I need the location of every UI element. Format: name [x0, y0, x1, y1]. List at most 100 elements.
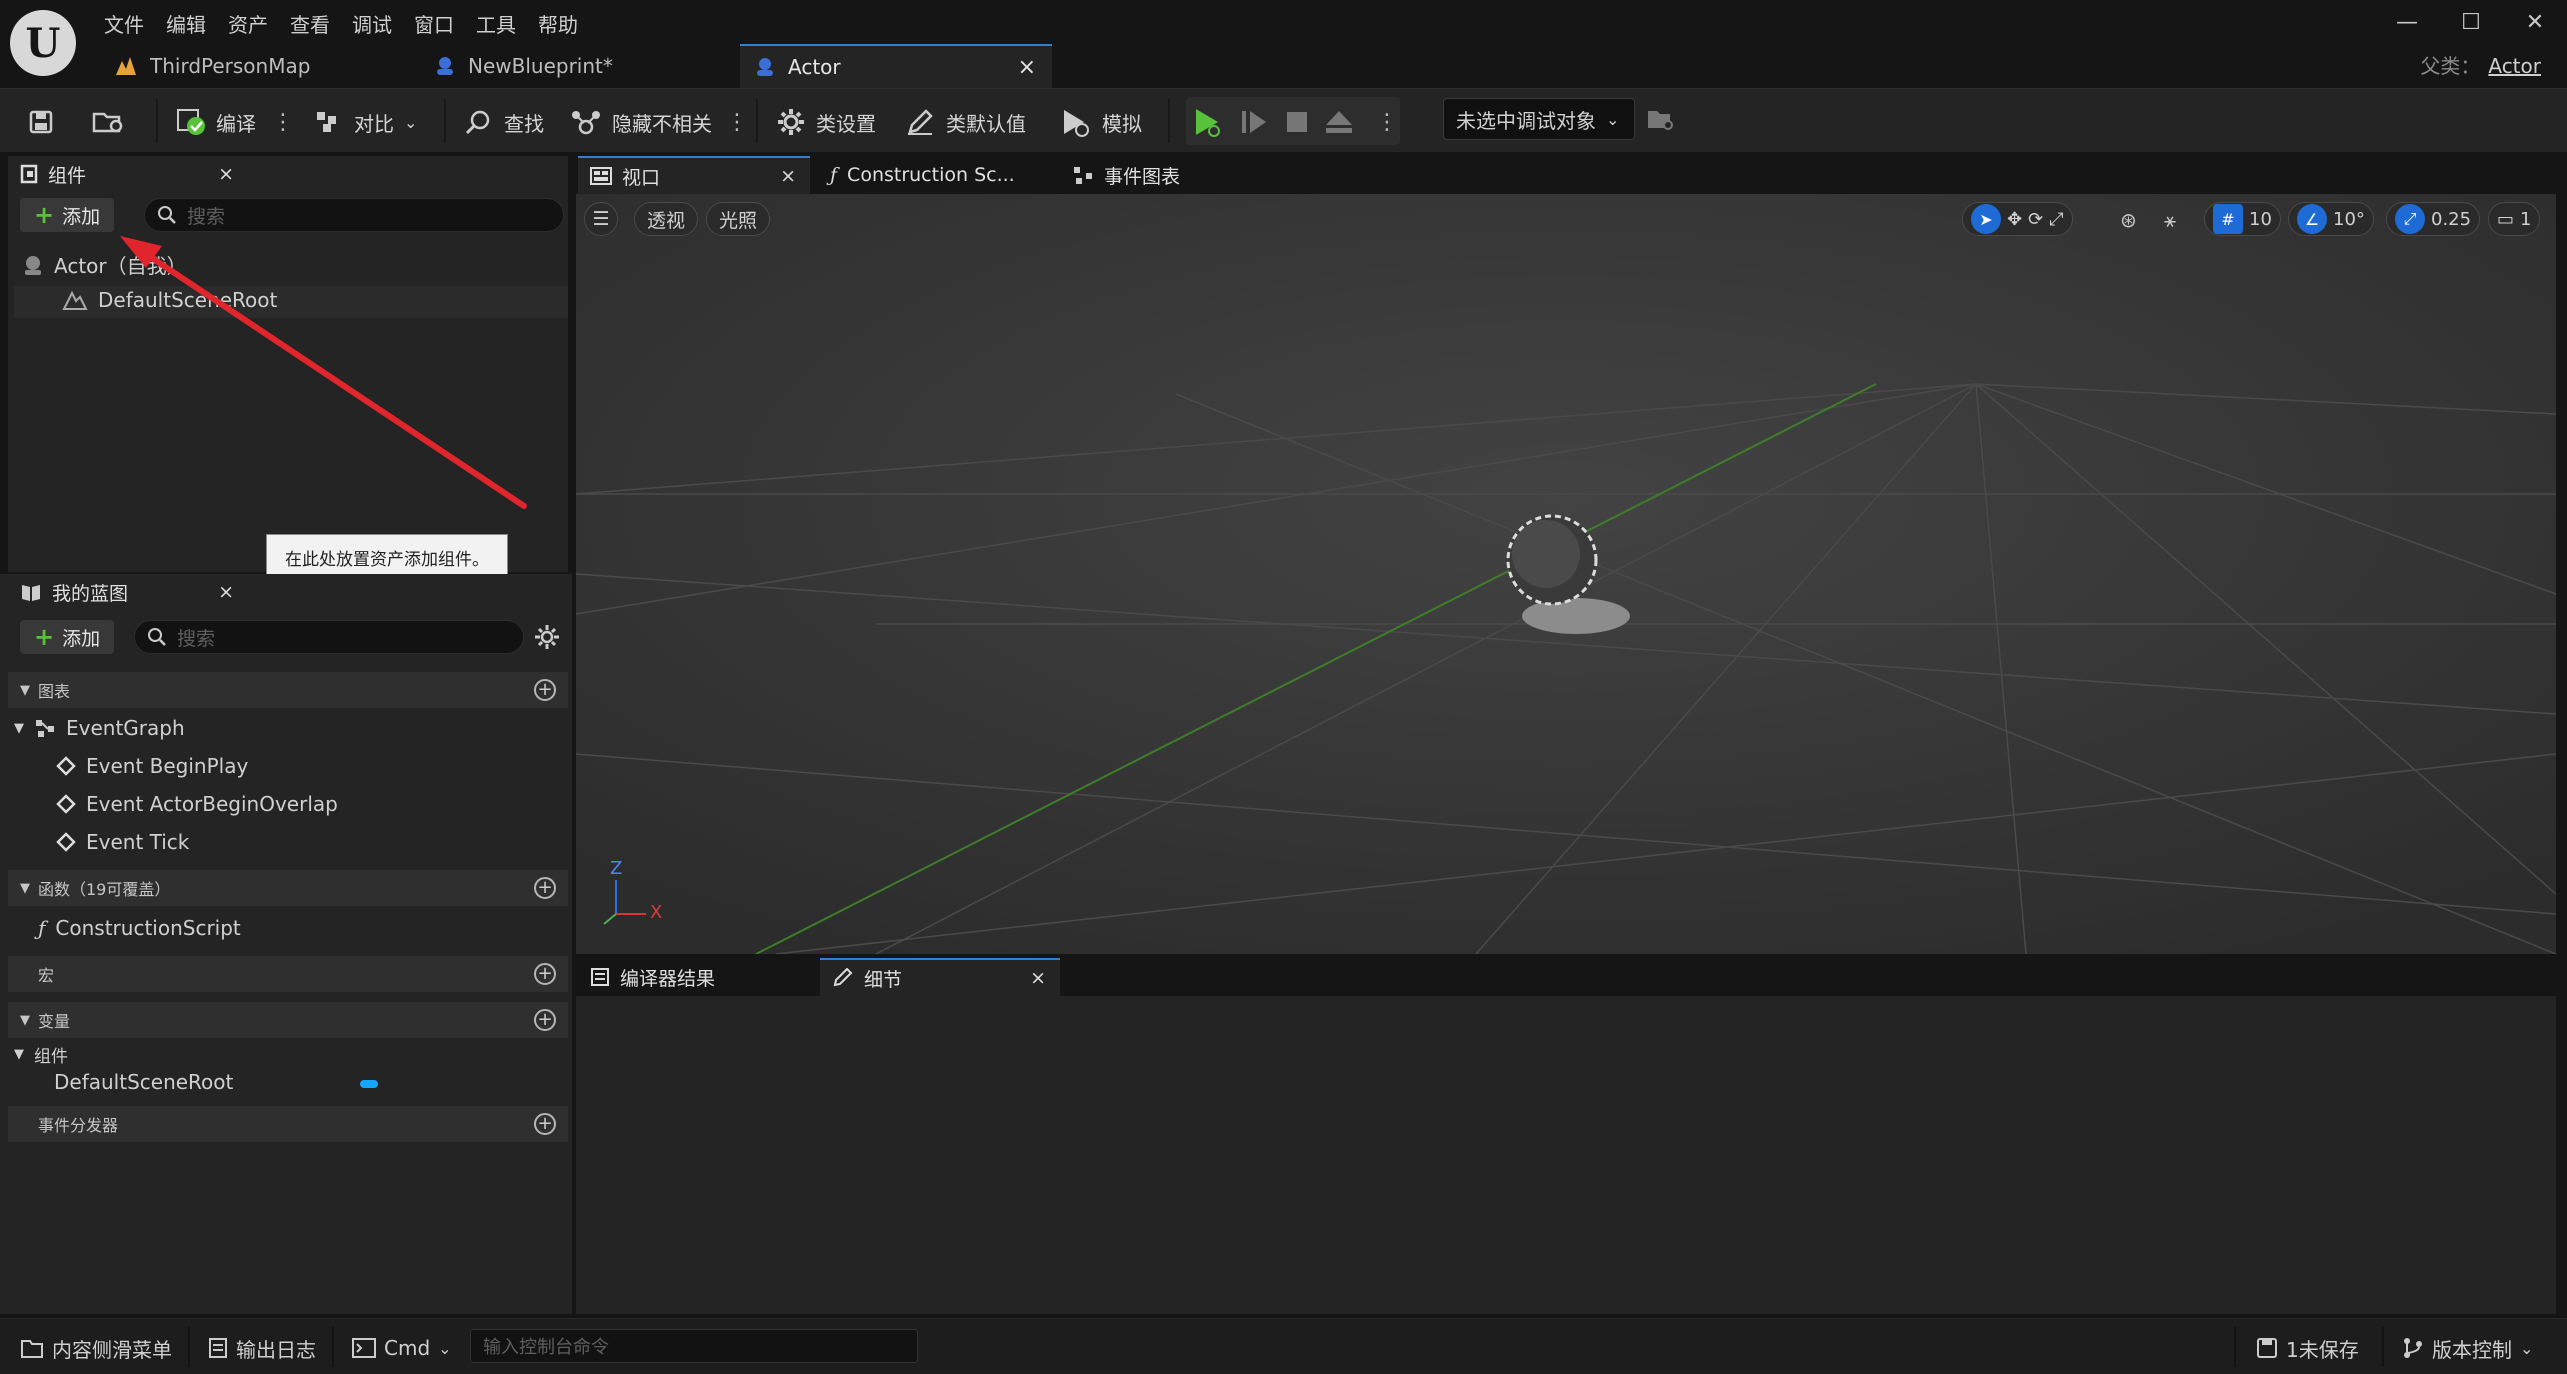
macros-section-header[interactable]: 宏 +	[8, 956, 568, 992]
tab-construction-script[interactable]: ƒ Construction Sc...	[818, 156, 1058, 194]
minimize-button[interactable]: —	[2375, 0, 2439, 44]
class-settings-button[interactable]: 类设置	[776, 105, 876, 139]
close-tab-button[interactable]: ×	[780, 165, 796, 187]
move-icon[interactable]: ✥	[2007, 209, 2022, 230]
event-label: Event ActorBeginOverlap	[86, 792, 338, 816]
unsaved-button[interactable]: 1未保存	[2256, 1333, 2359, 1363]
content-drawer-button[interactable]: 内容侧滑菜单	[20, 1333, 172, 1363]
function-item[interactable]: ƒ ConstructionScript	[38, 916, 241, 940]
menu-tools[interactable]: 工具	[476, 9, 538, 38]
compile-button[interactable]: 编译	[176, 105, 256, 139]
perspective-button[interactable]: 透视	[634, 202, 699, 236]
play-options-button[interactable]: ⋮	[1376, 105, 1398, 139]
source-control-button[interactable]: 版本控制 ⌄	[2402, 1333, 2533, 1363]
doc-tab-newblueprint[interactable]: NewBlueprint*	[420, 44, 740, 88]
my-blueprint-search-input[interactable]: 搜索	[134, 620, 524, 654]
menu-debug[interactable]: 调试	[352, 9, 414, 38]
close-panel-button[interactable]: ×	[218, 581, 234, 603]
surface-snap-icon[interactable]: ⚹	[2164, 208, 2176, 232]
menu-view[interactable]: 查看	[290, 9, 352, 38]
step-button[interactable]	[1240, 105, 1268, 139]
console-command-input[interactable]: 输入控制台命令	[470, 1329, 918, 1363]
my-blueprint-panel: 我的蓝图 × + 添加 搜索 ▼ 图表 + ▼ EventGraph Event…	[0, 574, 572, 1314]
add-dispatcher-button[interactable]: +	[534, 1113, 556, 1135]
chevron-down-icon: ⌄	[1606, 109, 1620, 129]
select-cursor-icon[interactable]: ➤	[1971, 204, 2001, 234]
tab-event-graph[interactable]: 事件图表	[1060, 156, 1300, 194]
event-item[interactable]: Event BeginPlay	[56, 754, 248, 778]
tab-compiler-results[interactable]: 编译器结果	[578, 958, 818, 996]
rotate-icon[interactable]: ⟳	[2028, 209, 2043, 230]
my-blueprint-tab[interactable]: 我的蓝图 ×	[8, 574, 248, 610]
menu-window[interactable]: 窗口	[414, 9, 476, 38]
variables-section-header[interactable]: ▼ 变量 +	[8, 1002, 568, 1038]
menu-edit[interactable]: 编辑	[166, 9, 228, 38]
graphs-section-header[interactable]: ▼ 图表 +	[8, 672, 568, 708]
variable-category[interactable]: ▼ 组件	[14, 1042, 68, 1067]
diff-icon	[317, 112, 336, 132]
doc-tab-label: NewBlueprint*	[468, 54, 613, 78]
camera-speed-control[interactable]: ▭ 1	[2488, 202, 2541, 236]
compile-options-button[interactable]: ⋮	[272, 105, 294, 139]
add-variable-button[interactable]: +	[534, 1009, 556, 1031]
component-root-item[interactable]: Actor（自我）	[22, 250, 187, 279]
eject-button[interactable]	[1324, 105, 1354, 139]
close-tab-button[interactable]: ×	[1018, 55, 1036, 80]
event-item[interactable]: Event ActorBeginOverlap	[56, 792, 338, 816]
tab-viewport-label: 视口	[622, 166, 661, 189]
close-panel-button[interactable]: ×	[218, 163, 234, 185]
grid-snap-control[interactable]: # 10	[2204, 202, 2281, 236]
parent-class: 父类： Actor	[2420, 50, 2541, 79]
maximize-button[interactable]: ☐	[2439, 0, 2503, 44]
component-child-item[interactable]: DefaultSceneRoot	[62, 288, 277, 312]
hide-unrelated-button[interactable]: 隐藏不相关	[570, 105, 712, 139]
rotation-snap-control[interactable]: ∠ 10°	[2288, 202, 2374, 236]
class-defaults-button[interactable]: 类默认值	[906, 105, 1026, 139]
components-tab[interactable]: 组件 ×	[8, 156, 248, 192]
add-member-button[interactable]: + 添加	[20, 620, 115, 654]
branch-icon	[2404, 1338, 2422, 1358]
browse-button[interactable]	[92, 105, 126, 139]
menu-help[interactable]: 帮助	[538, 9, 600, 38]
cmd-dropdown[interactable]: Cmd ⌄	[352, 1333, 452, 1363]
output-log-button[interactable]: 输出日志	[208, 1333, 316, 1363]
lighting-mode-button[interactable]: 光照	[706, 202, 771, 236]
simulate-button[interactable]: 模拟	[1060, 105, 1142, 139]
unreal-logo-icon[interactable]: U	[10, 10, 76, 76]
play-button[interactable]	[1192, 105, 1224, 139]
doc-tab-actor[interactable]: Actor ×	[740, 44, 1052, 88]
scale-icon[interactable]: ⤢	[2049, 209, 2063, 230]
add-component-button[interactable]: + 添加	[20, 198, 115, 232]
doc-tab-thirdpersonmap[interactable]: ThirdPersonMap	[100, 44, 410, 88]
add-function-button[interactable]: +	[534, 877, 556, 899]
scale-snap-control[interactable]: ⤢ 0.25	[2386, 202, 2481, 236]
event-graph-item[interactable]: ▼ EventGraph	[14, 716, 185, 740]
functions-section-header[interactable]: ▼ 函数（19可覆盖） +	[8, 870, 568, 906]
world-local-icon[interactable]: ⊛	[2120, 208, 2137, 232]
add-macro-button[interactable]: +	[534, 963, 556, 985]
menu-file[interactable]: 文件	[104, 9, 166, 38]
debug-folder-icon[interactable]	[1646, 106, 1674, 137]
settings-gear-icon[interactable]	[534, 624, 560, 655]
parent-class-link[interactable]: Actor	[2488, 54, 2541, 78]
close-window-button[interactable]: ✕	[2503, 0, 2567, 44]
save-button[interactable]	[28, 105, 54, 139]
find-button[interactable]: 查找	[464, 105, 544, 139]
tab-event-graph-label: 事件图表	[1104, 165, 1181, 188]
functions-header-label: 函数（19可覆盖）	[38, 880, 171, 899]
add-graph-button[interactable]: +	[534, 679, 556, 701]
components-search-input[interactable]: 搜索	[144, 198, 564, 232]
tab-details[interactable]: 细节 ×	[820, 958, 1060, 996]
variable-item[interactable]: DefaultSceneRoot	[54, 1070, 233, 1094]
find-options-button[interactable]: ⋮	[726, 105, 748, 139]
viewport-options-button[interactable]: ☰	[584, 202, 618, 236]
menu-asset[interactable]: 资产	[228, 9, 290, 38]
tab-viewport[interactable]: 视口 ×	[578, 156, 810, 194]
viewport[interactable]: Z X ☰ 透视 光照 ➤ ✥ ⟳ ⤢ ⊛ ⚹ # 10 ∠ 10° ⤢ 0.2…	[576, 194, 2556, 954]
debug-object-select[interactable]: 未选中调试对象 ⌄	[1443, 98, 1635, 140]
stop-button[interactable]	[1284, 105, 1310, 139]
dispatchers-section-header[interactable]: 事件分发器 +	[8, 1106, 568, 1142]
diff-dropdown[interactable]: 对比 ⌄	[314, 105, 417, 139]
close-tab-button[interactable]: ×	[1030, 967, 1046, 989]
event-item[interactable]: Event Tick	[56, 830, 189, 854]
